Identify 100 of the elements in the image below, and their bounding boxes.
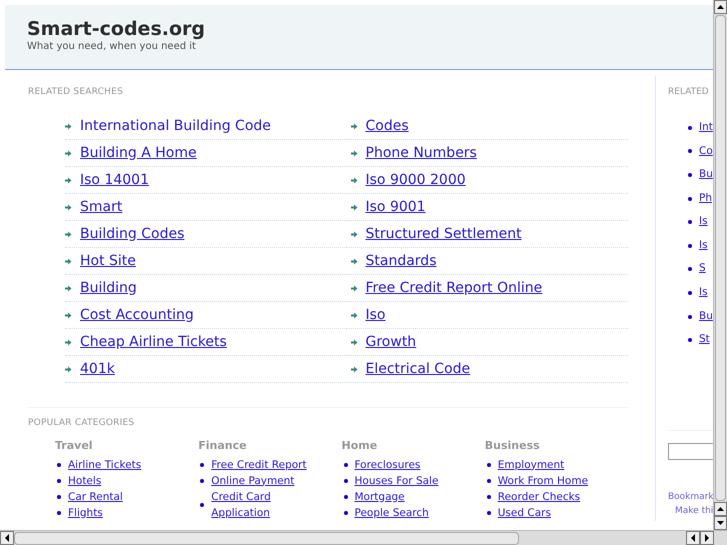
category-link[interactable]: Free Credit Report — [211, 456, 322, 472]
search-link[interactable]: Building A Home — [80, 142, 197, 164]
bullet-icon — [688, 290, 692, 295]
search-link[interactable]: Smart — [80, 196, 122, 218]
search-field[interactable] — [668, 442, 713, 460]
category-link[interactable]: Car Rental — [68, 488, 178, 504]
bullet-icon — [57, 462, 61, 466]
bullet-icon — [344, 478, 348, 482]
scroll-left-icon[interactable] — [686, 531, 700, 545]
category-link[interactable]: Credit Card Application — [211, 488, 322, 520]
bullet-icon — [688, 267, 692, 272]
search-link[interactable]: Free Credit Report Online — [366, 278, 542, 298]
search-link[interactable]: Building — [80, 278, 137, 298]
sidebar-link[interactable]: Is — [699, 214, 708, 230]
search-link[interactable]: Iso 14001 — [80, 170, 149, 190]
arrow-icon — [350, 312, 358, 318]
bullet-icon — [344, 510, 348, 514]
bullet-icon — [57, 510, 61, 514]
search-link[interactable]: Building Codes — [80, 224, 184, 244]
sidebar-link[interactable]: St — [699, 332, 710, 348]
search-link[interactable]: Iso 9000 2000 — [366, 170, 466, 190]
vertical-scrollbar[interactable] — [713, 0, 727, 530]
bullet-icon — [688, 314, 692, 319]
bullet-icon — [344, 462, 348, 466]
search-link[interactable]: Hot Site — [80, 250, 136, 272]
make-homepage-link[interactable]: Make thi — [675, 504, 713, 518]
scroll-down-icon[interactable] — [714, 516, 727, 530]
bullet-icon — [688, 196, 692, 201]
bullet-icon — [200, 462, 204, 466]
arrow-icon — [65, 312, 72, 318]
sidebar-link[interactable]: Bu — [699, 308, 713, 324]
bullet-icon — [344, 494, 348, 498]
sidebar-link[interactable]: Is — [699, 285, 708, 301]
sidebar-link[interactable]: Co — [699, 144, 713, 160]
site-tagline: What you need, when you need it — [27, 41, 196, 53]
arrow-icon — [350, 176, 358, 184]
sidebar-link[interactable]: S — [699, 261, 706, 278]
category-link[interactable]: Flights — [68, 504, 178, 520]
search-link[interactable]: International Building Code — [80, 116, 271, 136]
category-link[interactable]: Used Cars — [498, 504, 608, 520]
section-heading: RELATED SEARCHES — [28, 86, 124, 99]
bullet-icon — [688, 338, 692, 342]
arrow-icon — [350, 150, 358, 156]
search-link[interactable]: Electrical Code — [366, 358, 470, 380]
bullet-icon — [688, 244, 692, 248]
arrow-icon — [65, 176, 72, 184]
sidebar-link[interactable]: Bu — [699, 167, 713, 183]
category-link[interactable]: Foreclosures — [354, 456, 464, 472]
bullet-icon — [688, 126, 692, 130]
category-heading: Travel — [55, 438, 93, 454]
scroll-up-icon[interactable] — [714, 502, 727, 516]
category-heading: Finance — [198, 438, 247, 454]
bullet-icon — [486, 510, 491, 514]
scroll-left-icon[interactable] — [0, 531, 14, 545]
search-link[interactable]: 401k — [80, 358, 115, 380]
search-link[interactable]: Structured Settlement — [366, 224, 522, 244]
bullet-icon — [688, 172, 692, 177]
search-link[interactable]: Standards — [366, 250, 436, 272]
arrow-icon — [350, 204, 358, 210]
category-link[interactable]: Airline Tickets — [68, 456, 178, 472]
sidebar-link[interactable]: Int — [699, 120, 713, 136]
horizontal-scrollbar[interactable] — [0, 530, 727, 545]
search-link[interactable]: Cheap Airline Tickets — [80, 332, 227, 352]
category-link[interactable]: People Search — [354, 504, 464, 520]
category-heading: Home — [342, 438, 378, 454]
search-link[interactable]: Codes — [366, 116, 409, 136]
scroll-up-icon[interactable] — [714, 0, 727, 14]
category-link[interactable]: Online Payment — [211, 472, 322, 488]
search-link[interactable]: Phone Numbers — [366, 142, 477, 164]
bullet-icon — [57, 478, 61, 482]
arrow-icon — [350, 258, 358, 264]
section-heading: RELATED — [668, 86, 709, 99]
category-link[interactable]: Reorder Checks — [498, 488, 608, 504]
scroll-right-icon[interactable] — [700, 531, 714, 545]
search-link[interactable]: Growth — [366, 332, 416, 352]
arrow-icon — [65, 258, 72, 264]
search-link[interactable]: Iso 9001 — [366, 196, 426, 218]
category-link[interactable]: Mortgage — [354, 488, 464, 504]
bullet-icon — [200, 502, 204, 506]
bullet-icon — [57, 494, 61, 498]
bullet-icon — [486, 478, 491, 482]
category-link[interactable]: Hotels — [68, 472, 178, 488]
arrow-icon — [65, 338, 72, 346]
sidebar-link[interactable]: Is — [699, 238, 708, 254]
bullet-icon — [486, 494, 491, 498]
arrow-icon — [65, 122, 72, 130]
arrow-icon — [350, 338, 358, 346]
arrow-icon — [350, 366, 358, 372]
arrow-icon — [65, 284, 72, 292]
arrow-icon — [350, 284, 358, 292]
category-link[interactable]: Employment — [498, 456, 608, 472]
category-link[interactable]: Houses For Sale — [354, 472, 464, 488]
search-link[interactable]: Iso — [366, 304, 386, 326]
category-link[interactable]: Work From Home — [498, 472, 608, 488]
sidebar-link[interactable]: Ph — [699, 190, 712, 206]
search-link[interactable]: Cost Accounting — [80, 304, 194, 326]
bullet-icon — [200, 478, 204, 482]
section-heading: POPULAR CATEGORIES — [28, 417, 134, 430]
arrow-icon — [350, 230, 358, 238]
bullet-icon — [688, 220, 692, 224]
